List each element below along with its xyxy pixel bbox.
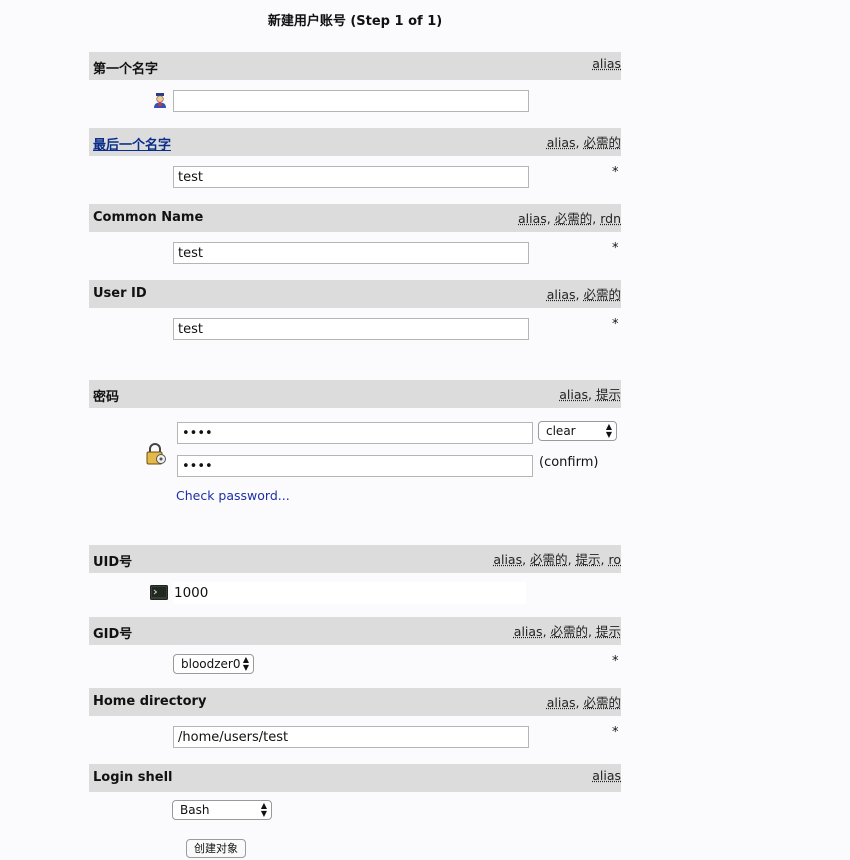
- create-object-button[interactable]: 创建对象: [186, 839, 246, 858]
- last-name-label[interactable]: 最后一个名字: [93, 134, 171, 153]
- common-name-tags: alias, 必需的, rdn: [518, 211, 621, 226]
- last-name-input[interactable]: [173, 166, 529, 188]
- alias-tag: alias: [513, 624, 543, 639]
- alias-tag: alias: [546, 695, 576, 710]
- user-id-input[interactable]: [173, 318, 529, 340]
- hint-tag: 提示: [595, 624, 621, 639]
- required-tag: 必需的: [583, 135, 621, 150]
- alias-tag: alias: [546, 287, 576, 302]
- password-tags: alias, 提示: [559, 387, 621, 402]
- select-arrows-icon: ▲ ▼: [605, 422, 612, 439]
- password-input[interactable]: [177, 422, 533, 444]
- gid-number-tags: alias, 必需的, 提示: [513, 624, 621, 639]
- uid-number-header: UID号 alias, 必需的, 提示, ro: [89, 545, 621, 573]
- password-header: 密码 alias, 提示: [89, 380, 621, 408]
- home-directory-label: Home directory: [93, 694, 207, 709]
- uid-number-label: UID号: [93, 555, 133, 570]
- user-id-header: User ID alias, 必需的: [89, 280, 621, 308]
- gid-number-label: GID号: [93, 627, 133, 642]
- required-mark: *: [612, 241, 619, 256]
- check-password-link[interactable]: Check password...: [176, 488, 290, 503]
- uid-number-tags: alias, 必需的, 提示, ro: [493, 552, 621, 567]
- last-name-header: 最后一个名字 alias, 必需的: [89, 128, 621, 156]
- hint-tag: 提示: [575, 552, 601, 567]
- first-name-tags: alias: [592, 56, 621, 71]
- required-mark: *: [612, 317, 619, 332]
- required-mark: *: [612, 165, 619, 180]
- login-shell-tags: alias: [592, 768, 621, 783]
- terminal-icon: [150, 585, 168, 604]
- required-mark: *: [612, 654, 619, 669]
- confirm-label: (confirm): [539, 455, 599, 470]
- login-shell-select[interactable]: Bash ▲ ▼: [172, 800, 272, 820]
- alias-tag: alias: [592, 768, 621, 783]
- alias-tag: alias: [592, 56, 621, 71]
- user-id-label: User ID: [93, 286, 147, 301]
- alias-tag: alias: [518, 211, 547, 226]
- select-arrows-icon: ▲ ▼: [242, 655, 249, 672]
- home-directory-tags: alias, 必需的: [546, 695, 621, 710]
- required-tag: 必需的: [530, 552, 568, 567]
- login-shell-value: Bash: [180, 803, 210, 817]
- required-tag: 必需的: [554, 211, 593, 226]
- user-icon: [152, 92, 168, 112]
- password-confirm-input[interactable]: [177, 455, 533, 477]
- login-shell-label: Login shell: [93, 770, 173, 785]
- select-arrows-icon: ▲ ▼: [260, 801, 267, 818]
- login-shell-header: Login shell alias: [89, 764, 621, 792]
- alias-tag: alias: [493, 552, 523, 567]
- home-directory-input[interactable]: [173, 726, 529, 748]
- page-title: 新建用户账号 (Step 1 of 1): [267, 14, 443, 29]
- user-id-tags: alias, 必需的: [546, 287, 621, 302]
- first-name-label: 第一个名字: [93, 62, 159, 77]
- uid-number-value: 1000: [173, 582, 526, 604]
- required-mark: *: [612, 725, 619, 740]
- required-tag: 必需的: [583, 287, 621, 302]
- lock-icon: [145, 443, 167, 469]
- first-name-input[interactable]: [173, 90, 529, 112]
- password-label: 密码: [93, 390, 120, 405]
- common-name-label: Common Name: [93, 210, 204, 225]
- password-hash-value: clear: [546, 424, 576, 438]
- common-name-input[interactable]: [173, 242, 529, 264]
- password-hash-select[interactable]: clear ▲ ▼: [538, 421, 617, 441]
- gid-number-header: GID号 alias, 必需的, 提示: [89, 617, 621, 645]
- readonly-tag: ro: [608, 552, 621, 567]
- required-tag: 必需的: [583, 695, 621, 710]
- common-name-header: Common Name alias, 必需的, rdn: [89, 204, 621, 232]
- alias-tag: alias: [559, 387, 589, 402]
- required-tag: 必需的: [550, 624, 589, 639]
- gid-select-value: bloodzer0: [181, 657, 241, 671]
- last-name-tags: alias, 必需的: [546, 135, 621, 150]
- rdn-tag: rdn: [600, 211, 621, 226]
- home-directory-header: Home directory alias, 必需的: [89, 688, 621, 716]
- first-name-header: 第一个名字 alias: [89, 52, 621, 80]
- hint-tag: 提示: [595, 387, 621, 402]
- alias-tag: alias: [546, 135, 576, 150]
- gid-select[interactable]: bloodzer0 ▲ ▼: [173, 654, 254, 674]
